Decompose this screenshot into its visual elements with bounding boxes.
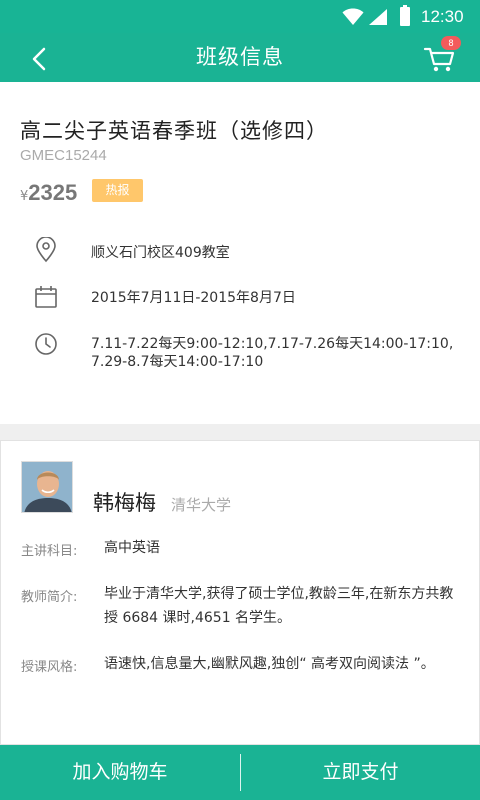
teacher-name: 韩梅梅 <box>93 491 156 515</box>
battery-icon <box>400 5 410 26</box>
pay-now-button[interactable]: 立即支付 <box>241 745 480 800</box>
subject-value: 高中英语 <box>104 540 160 556</box>
signal-icon <box>369 9 387 25</box>
course-card: 高二尖子英语春季班（选修四） GMEC15244 ¥2325 热报 顺义石门校区… <box>0 82 480 424</box>
status-bar: 12:30 <box>0 0 480 33</box>
price-value: 2325 <box>28 180 78 205</box>
location-text: 顺义石门校区409教室 <box>91 245 230 261</box>
teacher-avatar[interactable] <box>21 461 73 513</box>
course-code: GMEC15244 <box>20 147 107 164</box>
course-name: 高二尖子英语春季班（选修四） <box>20 119 328 143</box>
intro-value: 毕业于清华大学,获得了硕士学位,教龄三年,在新东方共教授 6684 课时,465… <box>104 586 454 626</box>
status-time: 12:30 <box>421 7 464 26</box>
app-bar: 班级信息 8 <box>0 33 480 82</box>
intro-label: 教师简介: <box>21 590 78 605</box>
location-pin-icon <box>36 237 56 263</box>
date-text: 2015年7月11日-2015年8月7日 <box>91 290 296 306</box>
add-to-cart-button[interactable]: 加入购物车 <box>0 745 240 800</box>
calendar-icon <box>35 286 57 308</box>
style-value: 语速快,信息量大,幽默风趣,独创“ 高考双向阅读法 ”。 <box>104 656 435 672</box>
style-label: 授课风格: <box>21 660 78 675</box>
page-title: 班级信息 <box>196 45 284 69</box>
cart-count-badge: 8 <box>441 36 461 50</box>
subject-label: 主讲科目: <box>21 544 78 559</box>
hot-badge: 热报 <box>92 179 143 202</box>
clock-icon <box>35 333 57 355</box>
bottom-action-bar: 加入购物车 立即支付 <box>0 745 480 800</box>
avatar-photo <box>22 462 72 512</box>
teacher-school: 清华大学 <box>171 496 232 514</box>
wifi-icon <box>342 8 364 25</box>
schedule-text: 7.11-7.22每天9:00-12:10,7.17-7.26每天14:00-1… <box>91 336 454 370</box>
teacher-card: 韩梅梅 清华大学 主讲科目: 高中英语 教师简介: 毕业于清华大学,获得了硕士学… <box>0 440 480 745</box>
price: ¥2325 <box>20 180 77 206</box>
